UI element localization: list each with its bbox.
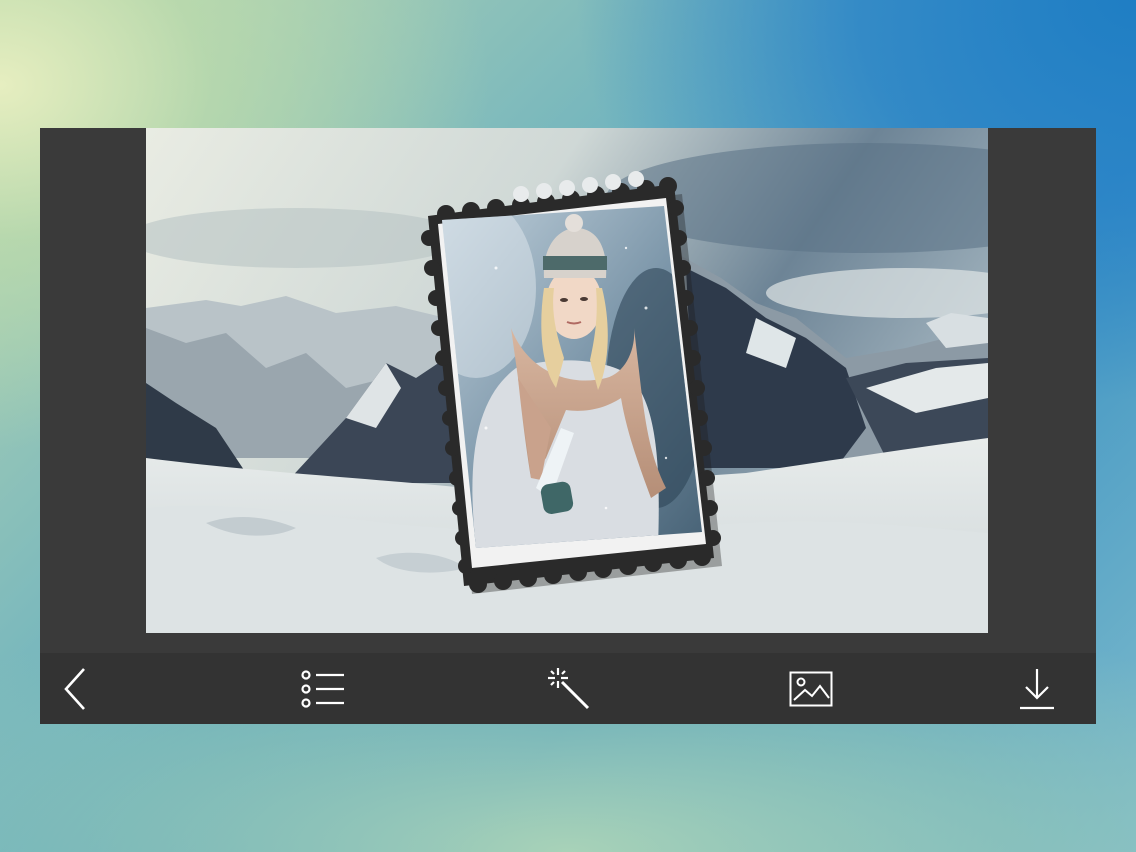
bottom-toolbar — [40, 653, 1096, 724]
gallery-button[interactable] — [786, 664, 836, 714]
frames-list-button[interactable] — [298, 664, 348, 714]
list-icon — [301, 670, 344, 708]
image-icon — [789, 671, 833, 707]
save-button[interactable] — [1012, 664, 1062, 714]
download-icon — [1020, 669, 1054, 710]
back-button[interactable] — [52, 664, 102, 714]
editor-frame — [40, 128, 1096, 724]
magic-wand-icon — [548, 668, 590, 710]
back-icon — [64, 668, 85, 710]
composed-photo — [146, 128, 988, 633]
photo-canvas[interactable] — [146, 128, 988, 633]
effects-button[interactable] — [544, 664, 594, 714]
